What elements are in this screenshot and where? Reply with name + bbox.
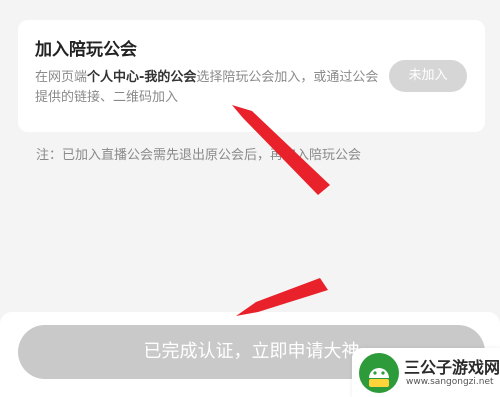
- watermark-url: www.sangongzi.net: [406, 377, 494, 387]
- arrow-to-button: [236, 278, 328, 316]
- watermark: 三公子游戏网 www.sangongzi.net: [352, 348, 500, 397]
- arrow-to-description: [232, 105, 330, 195]
- annotation-arrows: [232, 105, 330, 316]
- android-logo-icon: [359, 353, 399, 393]
- watermark-title: 三公子游戏网: [404, 358, 500, 377]
